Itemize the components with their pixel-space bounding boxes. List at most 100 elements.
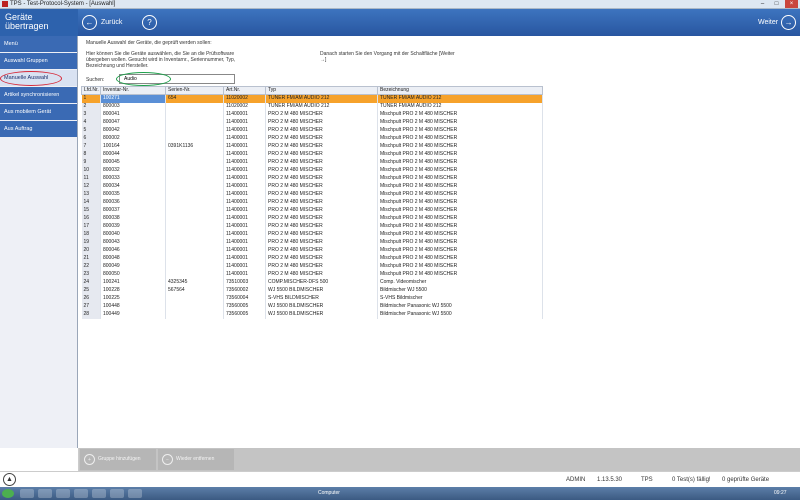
table-row[interactable]: 2 800003 11020002 TUNER FM/AM AUDIO 212 TUNE… — [81, 102, 543, 111]
cell-serien-nr — [165, 134, 224, 143]
cell-lfd-nr: 24 — [81, 278, 101, 287]
taskbar-tps-icon[interactable] — [128, 489, 142, 498]
remove-label: Wieder entfernen — [176, 456, 215, 462]
cell-typ: PRO 2 M 480 MISCHER — [265, 126, 378, 135]
cell-typ: PRO 2 M 480 MISCHER — [265, 222, 378, 231]
table-row[interactable]: 22 800049 11400001 PRO 2 M 480 MISCHER Misch… — [81, 262, 543, 271]
table-row[interactable]: 24 100241 4325345 73510003 COMP.MISCHER-DFS … — [81, 278, 543, 287]
col-header-serien-nr[interactable]: Serien-Nr. — [165, 86, 224, 95]
search-label: Suchen: — [86, 77, 105, 83]
sidebar-item-menu[interactable]: Menü — [0, 36, 77, 52]
status-version: 1.13.5.30 — [597, 477, 623, 483]
add-group-button[interactable]: + Gruppe hinzufügen — [80, 449, 156, 470]
table-row[interactable]: 16 800038 11400001 PRO 2 M 480 MISCHER Misch… — [81, 214, 543, 223]
close-icon[interactable]: × — [785, 0, 798, 8]
table-row[interactable]: 13 800035 11400001 PRO 2 M 480 MISCHER Misch… — [81, 190, 543, 199]
status-user: ADMIN — [566, 477, 586, 483]
app-icon — [2, 1, 8, 7]
table-row[interactable]: 11 800033 11400001 PRO 2 M 480 MISCHER Misch… — [81, 174, 543, 183]
table-row[interactable]: 12 800034 11400001 PRO 2 M 480 MISCHER Misch… — [81, 182, 543, 191]
cell-art-nr: 11400001 — [223, 126, 266, 135]
sidebar-item-artikel-synchronisieren[interactable]: Artikel synchronisieren — [0, 87, 77, 103]
cell-art-nr: 11400001 — [223, 222, 266, 231]
table-row[interactable]: 7 100164 0391K1136 11400001 PRO 2 M 480 MISC… — [81, 142, 543, 151]
maximize-icon[interactable]: □ — [770, 0, 783, 8]
table-row[interactable]: 6 800002 11400001 PRO 2 M 480 MISCHER Mischp… — [81, 134, 543, 143]
minimize-icon[interactable]: – — [756, 0, 769, 8]
remove-button[interactable]: − Wieder entfernen — [158, 449, 234, 470]
col-header-lfd-nr[interactable]: Lfd.Nr. — [81, 86, 101, 95]
help-button[interactable]: ? — [142, 12, 157, 33]
table-row[interactable]: 15 800037 11400001 PRO 2 M 480 MISCHER Misch… — [81, 206, 543, 215]
status-tests-due: 0 Test(s) fällig! — [672, 477, 711, 483]
cell-bezeichnung: Mischpult PRO 2 M 480 MISCHER — [377, 222, 543, 231]
cell-lfd-nr: 15 — [81, 206, 101, 215]
table-row[interactable]: 20 800046 11400001 PRO 2 M 480 MISCHER Misch… — [81, 246, 543, 255]
table-row[interactable]: 25 100228 567564 73560002 WJ 5500 BILDMISCHE… — [81, 286, 543, 295]
cell-bezeichnung: Mischpult PRO 2 M 480 MISCHER — [377, 214, 543, 223]
cell-lfd-nr: 12 — [81, 182, 101, 191]
table-row[interactable]: 21 800048 11400001 PRO 2 M 480 MISCHER Misch… — [81, 254, 543, 263]
table-row[interactable]: 9 800045 11400001 PRO 2 M 480 MISCHER Mischp… — [81, 158, 543, 167]
col-header-art-nr[interactable]: Art.Nr. — [223, 86, 266, 95]
cell-bezeichnung: Mischpult PRO 2 M 480 MISCHER — [377, 134, 543, 143]
cell-serien-nr — [165, 270, 224, 279]
start-icon[interactable] — [2, 489, 14, 498]
cell-typ: PRO 2 M 480 MISCHER — [265, 198, 378, 207]
col-header-typ[interactable]: Typ — [265, 86, 378, 95]
next-label: Weiter — [758, 19, 779, 26]
next-button[interactable]: Weiter → — [758, 12, 797, 33]
table-row[interactable]: 17 800039 11400001 PRO 2 M 480 MISCHER Misch… — [81, 222, 543, 231]
table-row[interactable]: 27 100448 73560005 WJ 5500 BILDMISCHER Bildm… — [81, 302, 543, 311]
cell-inventar-nr: 800033 — [100, 174, 166, 183]
intro-text: Hier können Sie die Geräte auswählen, di… — [86, 51, 236, 69]
table-row[interactable]: 8 800044 11400001 PRO 2 M 480 MISCHER Mischp… — [81, 150, 543, 159]
table-row[interactable]: 26 100225 73560004 S-VHS BILDMISCHER S-VHS B… — [81, 294, 543, 303]
table-header-row: Lfd.Nr. Inventar-Nr. Serien-Nr. Art.Nr. … — [81, 86, 543, 95]
table-row[interactable]: 5 800042 11400001 PRO 2 M 480 MISCHER Mischp… — [81, 126, 543, 135]
scroll-up-icon[interactable]: ▲ — [3, 473, 16, 486]
table-row[interactable]: 14 800036 11400001 PRO 2 M 480 MISCHER Misch… — [81, 198, 543, 207]
cell-inventar-nr: 100241 — [100, 278, 166, 287]
table-row[interactable]: 4 800047 11400001 PRO 2 M 480 MISCHER Mischp… — [81, 118, 543, 127]
taskbar-browser-icon[interactable] — [38, 489, 52, 498]
sidebar-item-manuelle-auswahl[interactable]: Manuelle Auswahl — [0, 70, 77, 86]
taskbar-app4-icon[interactable] — [110, 489, 124, 498]
cell-art-nr: 73560004 — [223, 294, 266, 303]
table-row[interactable]: 23 800050 11400001 PRO 2 M 480 MISCHER Misch… — [81, 270, 543, 279]
cell-serien-nr — [165, 182, 224, 191]
cell-bezeichnung: Mischpult PRO 2 M 480 MISCHER — [377, 142, 543, 151]
cell-typ: WJ 5500 BILDMISCHER — [265, 302, 378, 311]
table-row[interactable]: 19 800043 11400001 PRO 2 M 480 MISCHER Misch… — [81, 238, 543, 247]
cell-typ: PRO 2 M 480 MISCHER — [265, 166, 378, 175]
cell-typ: PRO 2 M 480 MISCHER — [265, 158, 378, 167]
taskbar-computer-label[interactable]: Computer — [318, 487, 340, 500]
cell-serien-nr — [165, 310, 224, 319]
taskbar-app2-icon[interactable] — [74, 489, 88, 498]
table-row[interactable]: 10 800032 11400001 PRO 2 M 480 MISCHER Misch… — [81, 166, 543, 175]
cell-inventar-nr: 800044 — [100, 150, 166, 159]
main-panel: Manuelle Auswahl der Geräte, die geprüft… — [79, 36, 800, 448]
cell-lfd-nr: 18 — [81, 230, 101, 239]
cell-bezeichnung: Mischpult PRO 2 M 480 MISCHER — [377, 230, 543, 239]
col-header-inventar-nr[interactable]: Inventar-Nr. — [100, 86, 166, 95]
back-button[interactable]: ← Zurück — [82, 12, 122, 33]
cell-bezeichnung: Mischpult PRO 2 M 480 MISCHER — [377, 246, 543, 255]
table-row[interactable]: 3 800041 11400001 PRO 2 M 480 MISCHER Mischp… — [81, 110, 543, 119]
sidebar-item-auswahl-gruppen[interactable]: Auswahl Gruppen — [0, 53, 77, 69]
search-input[interactable] — [119, 74, 235, 84]
taskbar-explorer-icon[interactable] — [20, 489, 34, 498]
taskbar-app-icon[interactable] — [56, 489, 70, 498]
sidebar-item-aus-mobilem-geraet[interactable]: Aus mobilem Gerät — [0, 104, 77, 120]
col-header-bezeichnung[interactable]: Bezeichnung — [377, 86, 543, 95]
cell-lfd-nr: 28 — [81, 310, 101, 319]
table-row[interactable]: 28 100449 73560005 WJ 5500 BILDMISCHER Bildm… — [81, 310, 543, 319]
cell-lfd-nr: 27 — [81, 302, 101, 311]
cell-lfd-nr: 9 — [81, 158, 101, 167]
cell-typ: COMP.MISCHER-DFS 500 — [265, 278, 378, 287]
sidebar-item-aus-auftrag[interactable]: Aus Auftrag — [0, 121, 77, 137]
cell-serien-nr — [165, 294, 224, 303]
taskbar-app3-icon[interactable] — [92, 489, 106, 498]
table-row[interactable]: 18 800040 11400001 PRO 2 M 480 MISCHER Misch… — [81, 230, 543, 239]
table-row[interactable]: 1 100271 654 11020002 TUNER FM/AM AUDIO 212 T… — [81, 94, 543, 103]
